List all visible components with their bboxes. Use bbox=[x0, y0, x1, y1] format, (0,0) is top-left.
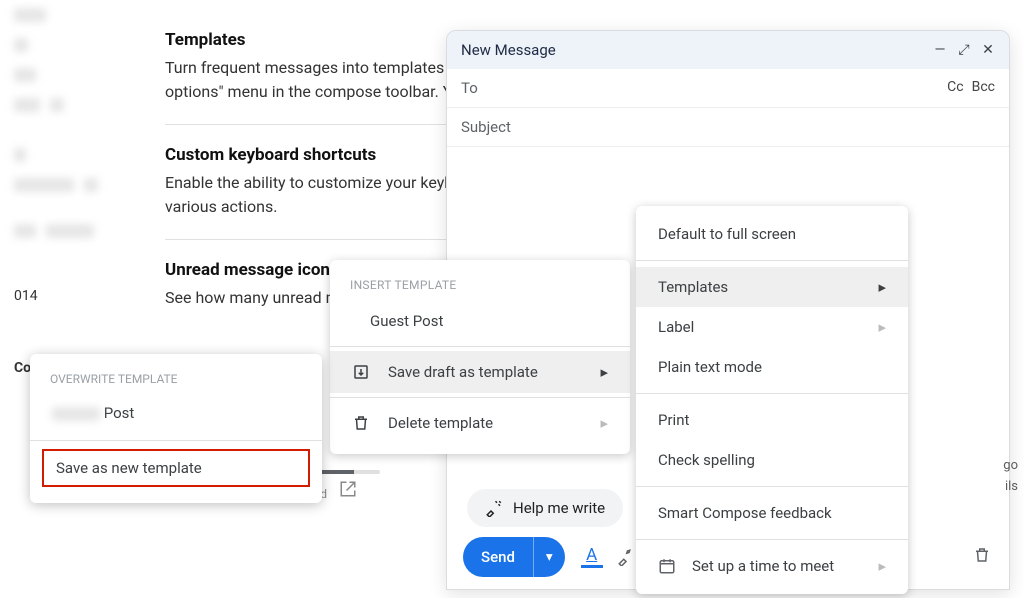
templates-menu-item[interactable]: Templates▸ bbox=[636, 267, 908, 307]
plain-text-item[interactable]: Plain text mode bbox=[636, 347, 908, 387]
set-up-time-item[interactable]: Set up a time to meet ▸ bbox=[636, 546, 908, 586]
spelling-item[interactable]: Check spelling bbox=[636, 440, 908, 480]
magic-pen-icon bbox=[485, 499, 503, 517]
bcc-button[interactable]: Bcc bbox=[972, 79, 995, 97]
help-me-write-label: Help me write bbox=[513, 499, 605, 517]
insert-template-label: INSERT TEMPLATE bbox=[330, 270, 630, 300]
subject-placeholder: Subject bbox=[461, 118, 511, 136]
to-row[interactable]: To Cc Bcc bbox=[447, 69, 1009, 108]
more-options-menu: Default to full screen Templates▸ Label▸… bbox=[636, 206, 908, 594]
overwrite-label: OVERWRITE TEMPLATE bbox=[30, 364, 322, 394]
chevron-right-icon: ▸ bbox=[878, 318, 886, 336]
close-icon[interactable]: ✕ bbox=[981, 43, 995, 57]
calendar-icon bbox=[658, 557, 676, 575]
magic-icon[interactable] bbox=[615, 546, 637, 568]
trash-icon bbox=[352, 414, 370, 432]
default-full-screen-item[interactable]: Default to full screen bbox=[636, 214, 908, 254]
save-icon bbox=[352, 363, 370, 381]
open-in-new-icon[interactable] bbox=[339, 486, 357, 502]
truncated-right: go ils bbox=[1003, 456, 1018, 498]
label-menu-item[interactable]: Label▸ bbox=[636, 307, 908, 347]
format-icon[interactable]: A bbox=[581, 546, 603, 568]
save-as-new-template-button[interactable]: Save as new template bbox=[42, 449, 310, 487]
overwrite-post-item[interactable]: Post bbox=[30, 394, 322, 432]
minimize-icon[interactable]: — bbox=[933, 43, 947, 57]
send-more-caret[interactable]: ▾ bbox=[533, 537, 565, 577]
chevron-right-icon: ▸ bbox=[878, 278, 886, 296]
send-label: Send bbox=[463, 537, 533, 577]
subject-row[interactable]: Subject bbox=[447, 108, 1009, 147]
to-label: To bbox=[461, 79, 478, 97]
overwrite-post-text: Post bbox=[104, 404, 135, 422]
overwrite-template-popover: OVERWRITE TEMPLATE Post Save as new temp… bbox=[30, 354, 322, 503]
chevron-right-icon: ▸ bbox=[878, 557, 886, 575]
delete-template-item[interactable]: Delete template ▸ bbox=[330, 402, 630, 444]
guest-post-template[interactable]: Guest Post bbox=[330, 300, 630, 342]
cc-button[interactable]: Cc bbox=[947, 79, 963, 97]
chevron-right-icon: ▸ bbox=[600, 414, 608, 432]
compose-header[interactable]: New Message — ⤢ ✕ bbox=[447, 31, 1009, 69]
smart-compose-item[interactable]: Smart Compose feedback bbox=[636, 493, 908, 533]
discard-icon[interactable] bbox=[973, 546, 991, 569]
insert-template-menu: INSERT TEMPLATE Guest Post Save draft as… bbox=[330, 260, 630, 454]
compose-title: New Message bbox=[461, 41, 556, 59]
left-sidebar: 014 Con bbox=[0, 0, 130, 598]
sidebar-year: 014 bbox=[0, 280, 130, 312]
expand-icon[interactable]: ⤢ bbox=[957, 43, 971, 57]
chevron-right-icon: ▸ bbox=[600, 363, 608, 381]
send-button[interactable]: Send ▾ bbox=[463, 537, 565, 577]
print-item[interactable]: Print bbox=[636, 400, 908, 440]
save-draft-as-template-item[interactable]: Save draft as template ▸ bbox=[330, 351, 630, 393]
help-me-write-button[interactable]: Help me write bbox=[467, 489, 623, 527]
